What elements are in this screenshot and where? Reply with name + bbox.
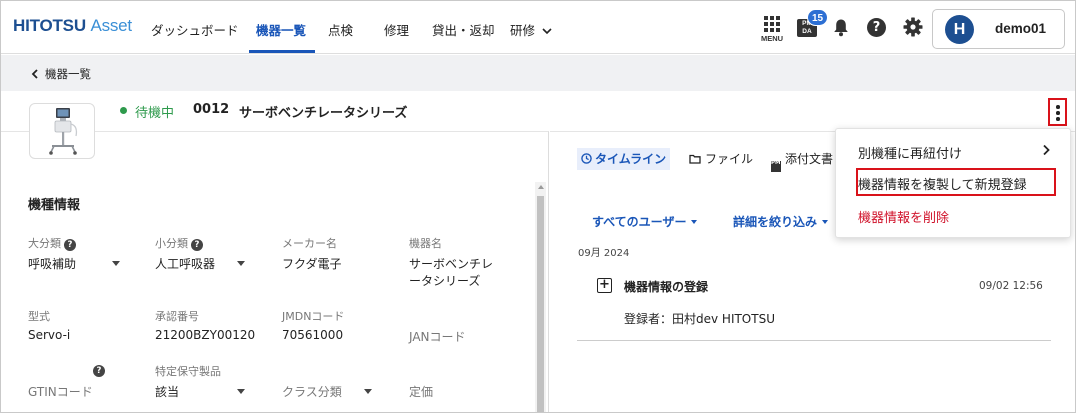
- nav-dashboard[interactable]: ダッシュボード: [151, 20, 239, 39]
- timeline-entry-title[interactable]: 機器情報の登録: [624, 278, 708, 295]
- field-model-name-line2[interactable]: ータシリーズ: [409, 272, 480, 289]
- status-badge: 待機中: [135, 106, 175, 121]
- field-class-select[interactable]: クラス分類: [282, 383, 342, 400]
- nav-active-indicator: [249, 50, 315, 53]
- caret-down-icon: [691, 220, 698, 224]
- tab-files[interactable]: ファイル: [689, 148, 753, 170]
- scroll-up-arrow-icon[interactable]: [538, 185, 544, 189]
- plus-square-icon: +: [597, 278, 612, 293]
- device-header: 待機中 0012 サーボベンチレータシリーズ: [1, 91, 1075, 131]
- nav-lending[interactable]: 貸出・返却: [432, 20, 495, 39]
- chevron-left-icon: [31, 69, 38, 79]
- nav-inspection[interactable]: 点検: [328, 20, 353, 39]
- nav-training-label: 研修: [510, 23, 536, 38]
- highlight-box: [856, 168, 1056, 196]
- field-minor-select[interactable]: 人工呼吸器: [155, 255, 215, 272]
- breadcrumb-label: 機器一覧: [45, 67, 91, 81]
- logo-main: HITOTSU: [13, 16, 86, 35]
- user-menu-button[interactable]: H demo01: [932, 9, 1065, 49]
- field-label-model-name: 機器名: [409, 237, 442, 250]
- section-title-model-info: 機種情報: [28, 198, 81, 213]
- folder-icon: [689, 154, 701, 164]
- apps-menu-button[interactable]: MENU: [761, 16, 783, 43]
- app-window: HITOTSU Asset ダッシュボード 機器一覧 点検 修理 貸出・返却 研…: [0, 0, 1076, 413]
- pmda-doc-icon: PM DA: [771, 160, 791, 172]
- filter-users-dropdown[interactable]: すべてのユーザー: [592, 213, 698, 230]
- tab-files-label: ファイル: [705, 152, 754, 166]
- chevron-right-icon: [1043, 144, 1050, 156]
- more-options-button[interactable]: [1048, 98, 1067, 126]
- timeline-entry-author: 登録者：田村dev HITOTSU: [624, 312, 775, 326]
- breadcrumb-back-link[interactable]: 機器一覧: [31, 66, 91, 82]
- field-model-name-line1[interactable]: サーボベンチレ: [409, 255, 493, 272]
- avatar: H: [945, 15, 974, 44]
- field-label-major: 大分類?: [28, 235, 76, 251]
- timeline-month: 09月 2024: [578, 248, 630, 259]
- top-header: HITOTSU Asset ダッシュボード 機器一覧 点検 修理 貸出・返却 研…: [1, 1, 1075, 54]
- caret-down-icon[interactable]: [237, 261, 245, 266]
- bell-icon[interactable]: [833, 18, 849, 37]
- ventilator-image: [49, 108, 78, 155]
- nav-training[interactable]: 研修: [510, 20, 552, 39]
- logo[interactable]: HITOTSU Asset: [13, 16, 132, 36]
- caret-down-icon: [822, 220, 829, 224]
- timeline-entry-time: 09/02 12:56: [979, 280, 1043, 292]
- field-jmdn-value[interactable]: 70561000: [282, 328, 343, 342]
- device-id: 0012: [193, 102, 230, 117]
- status-dot: [120, 107, 127, 114]
- field-label-jmdn: JMDNコード: [282, 310, 345, 323]
- field-label-approval: 承認番号: [155, 310, 199, 323]
- help-icon[interactable]: ?: [867, 18, 886, 37]
- nav-repair[interactable]: 修理: [384, 20, 409, 39]
- help-icon[interactable]: ?: [64, 239, 76, 251]
- page-title: サーボベンチレータシリーズ: [239, 106, 408, 121]
- device-thumbnail[interactable]: [29, 103, 95, 159]
- clock-icon: [581, 153, 592, 164]
- menu-label: MENU: [761, 34, 784, 43]
- field-gtin-placeholder[interactable]: GTINコード: [28, 383, 93, 400]
- field-label-minor: 小分類?: [155, 235, 203, 251]
- field-label-maintenance: 特定保守製品: [155, 365, 221, 378]
- field-jan-placeholder[interactable]: JANコード: [409, 328, 466, 345]
- menu-item-delete[interactable]: 機器情報を削除: [858, 207, 949, 226]
- field-label-maker: メーカー名: [282, 237, 337, 250]
- grid-icon: [764, 16, 783, 32]
- menu-item-relink[interactable]: 別機種に再紐付け: [858, 143, 962, 162]
- caret-down-icon[interactable]: [364, 389, 372, 394]
- breadcrumb-bar: 機器一覧: [1, 55, 1075, 91]
- scroll-thumb[interactable]: [537, 196, 544, 412]
- info-scrollbar[interactable]: [535, 182, 546, 412]
- field-price-placeholder[interactable]: 定価: [409, 383, 433, 400]
- caret-down-icon[interactable]: [112, 261, 120, 266]
- help-icon[interactable]: ?: [93, 365, 105, 377]
- nav-device-list[interactable]: 機器一覧: [256, 20, 306, 39]
- field-major-select[interactable]: 呼吸補助: [28, 255, 76, 272]
- field-maker-value[interactable]: フクダ電子: [282, 255, 342, 272]
- chevron-down-icon: [542, 28, 552, 35]
- help-icon[interactable]: ?: [191, 239, 203, 251]
- field-label-type: 型式: [28, 310, 50, 323]
- caret-down-icon[interactable]: [237, 389, 245, 394]
- tab-timeline-label: タイムライン: [595, 152, 667, 166]
- filter-detail-dropdown[interactable]: 詳細を絞り込み: [733, 213, 829, 230]
- field-approval-value[interactable]: 21200BZY001200: [155, 328, 255, 342]
- username: demo01: [995, 21, 1047, 36]
- tab-attachments[interactable]: PM DA添付文書: [771, 148, 834, 172]
- timeline-divider: [577, 340, 1051, 341]
- field-maintenance-select[interactable]: 該当: [155, 383, 179, 400]
- tab-attachments-label: 添付文書: [785, 152, 834, 166]
- tab-timeline[interactable]: タイムライン: [577, 148, 671, 170]
- logo-sub: Asset: [90, 16, 132, 35]
- gear-icon[interactable]: [903, 17, 923, 37]
- notification-badge: 15: [807, 9, 828, 26]
- field-type-value[interactable]: Servo-i: [28, 328, 70, 342]
